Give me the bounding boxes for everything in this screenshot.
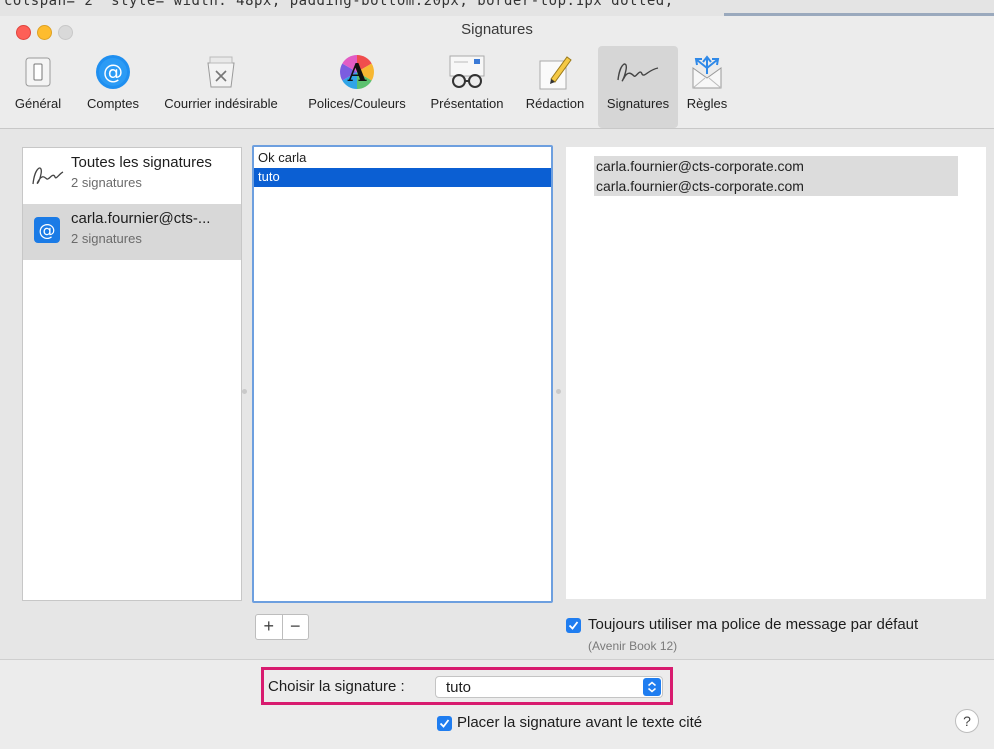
help-button[interactable]: ?: [955, 709, 979, 733]
background-code-strip: colspan="2" style="width: 48px; padding-…: [0, 0, 994, 16]
at-icon: @: [80, 50, 146, 94]
checkmark-icon: [439, 719, 450, 728]
fonts-colors-icon: A: [296, 50, 418, 94]
pencil-icon: [515, 50, 595, 94]
switch-icon: [14, 50, 62, 94]
preferences-window: Signatures Général @ Comptes Courrier in…: [0, 16, 994, 749]
signature-icon: [31, 158, 64, 190]
account-name: carla.fournier@cts-...: [71, 210, 211, 227]
tab-junk-mail[interactable]: Courrier indésirable: [150, 46, 292, 128]
junk-mail-icon: [150, 50, 292, 94]
chevron-updown-icon: [643, 678, 661, 696]
tab-accounts-label: Comptes: [86, 96, 140, 111]
tab-fonts-colors[interactable]: A Polices/Couleurs: [296, 46, 418, 128]
signatures-list: Ok carla tuto: [252, 145, 553, 603]
tab-junk-mail-label: Courrier indésirable: [164, 96, 278, 111]
signatures-content: Toutes les signatures 2 signatures @ car…: [0, 129, 994, 659]
place-before-label: Placer la signature avant le texte cité: [457, 714, 703, 731]
signature-item[interactable]: Ok carla: [254, 149, 551, 168]
checkmark-icon: [568, 621, 579, 630]
accounts-list: Toutes les signatures 2 signatures @ car…: [22, 147, 242, 601]
background-code-text: colspan="2" style="width: 48px; padding-…: [4, 0, 674, 9]
signature-item-selected[interactable]: tuto: [254, 168, 551, 187]
rules-icon: [682, 50, 732, 94]
default-font-label: Toujours utiliser ma police de message p…: [588, 616, 919, 633]
tab-rules[interactable]: Règles: [682, 46, 732, 128]
tab-presentation-label: Présentation: [430, 96, 504, 111]
remove-signature-button[interactable]: −: [283, 615, 309, 639]
add-remove-control: + −: [255, 614, 309, 640]
title-bar: Signatures: [0, 16, 994, 46]
tab-accounts[interactable]: @ Comptes: [80, 46, 146, 128]
svg-text:@: @: [103, 60, 123, 84]
tab-general[interactable]: Général: [14, 46, 62, 128]
choose-signature-label: Choisir la signature :: [268, 678, 405, 695]
preview-line: carla.fournier@cts-corporate.com: [596, 178, 804, 194]
tab-composing-label: Rédaction: [525, 96, 585, 111]
account-all-signatures[interactable]: Toutes les signatures 2 signatures: [23, 148, 241, 204]
choose-signature-select[interactable]: tuto: [435, 676, 663, 698]
account-signature-count: 2 signatures: [71, 231, 142, 246]
choose-signature-value: tuto: [446, 679, 472, 696]
account-carla[interactable]: @ carla.fournier@cts-... 2 signatures: [23, 204, 241, 260]
preview-line: carla.fournier@cts-corporate.com: [596, 158, 804, 174]
tab-presentation[interactable]: Présentation: [422, 46, 512, 128]
default-font-name: (Avenir Book 12): [588, 639, 678, 653]
bottom-divider: [0, 659, 994, 660]
right-splitter-handle[interactable]: [556, 389, 561, 394]
account-name: Toutes les signatures: [71, 154, 212, 171]
toolbar: Général @ Comptes Courrier indésirable A…: [0, 46, 994, 128]
glasses-icon: [422, 50, 512, 94]
window-title: Signatures: [461, 21, 533, 38]
account-signature-count: 2 signatures: [71, 175, 142, 190]
signature-preview-text: carla.fournier@cts-corporate.com carla.f…: [594, 156, 958, 196]
at-icon: @: [31, 214, 63, 246]
svg-text:@: @: [39, 221, 56, 241]
tab-general-label: Général: [14, 96, 62, 111]
tab-fonts-colors-label: Polices/Couleurs: [308, 96, 406, 111]
default-font-checkbox[interactable]: [566, 618, 581, 633]
place-before-checkbox[interactable]: [437, 716, 452, 731]
choose-signature-highlight: Choisir la signature : tuto: [261, 667, 673, 705]
tab-composing[interactable]: Rédaction: [515, 46, 595, 128]
signature-preview-pane[interactable]: carla.fournier@cts-corporate.com carla.f…: [566, 147, 986, 599]
left-splitter-handle[interactable]: [242, 389, 247, 394]
svg-text:A: A: [347, 58, 367, 87]
tab-signatures[interactable]: Signatures: [598, 46, 678, 128]
signature-icon: [598, 50, 678, 94]
tab-rules-label: Règles: [686, 96, 728, 111]
add-signature-button[interactable]: +: [256, 615, 283, 639]
tab-signatures-label: Signatures: [606, 96, 670, 111]
